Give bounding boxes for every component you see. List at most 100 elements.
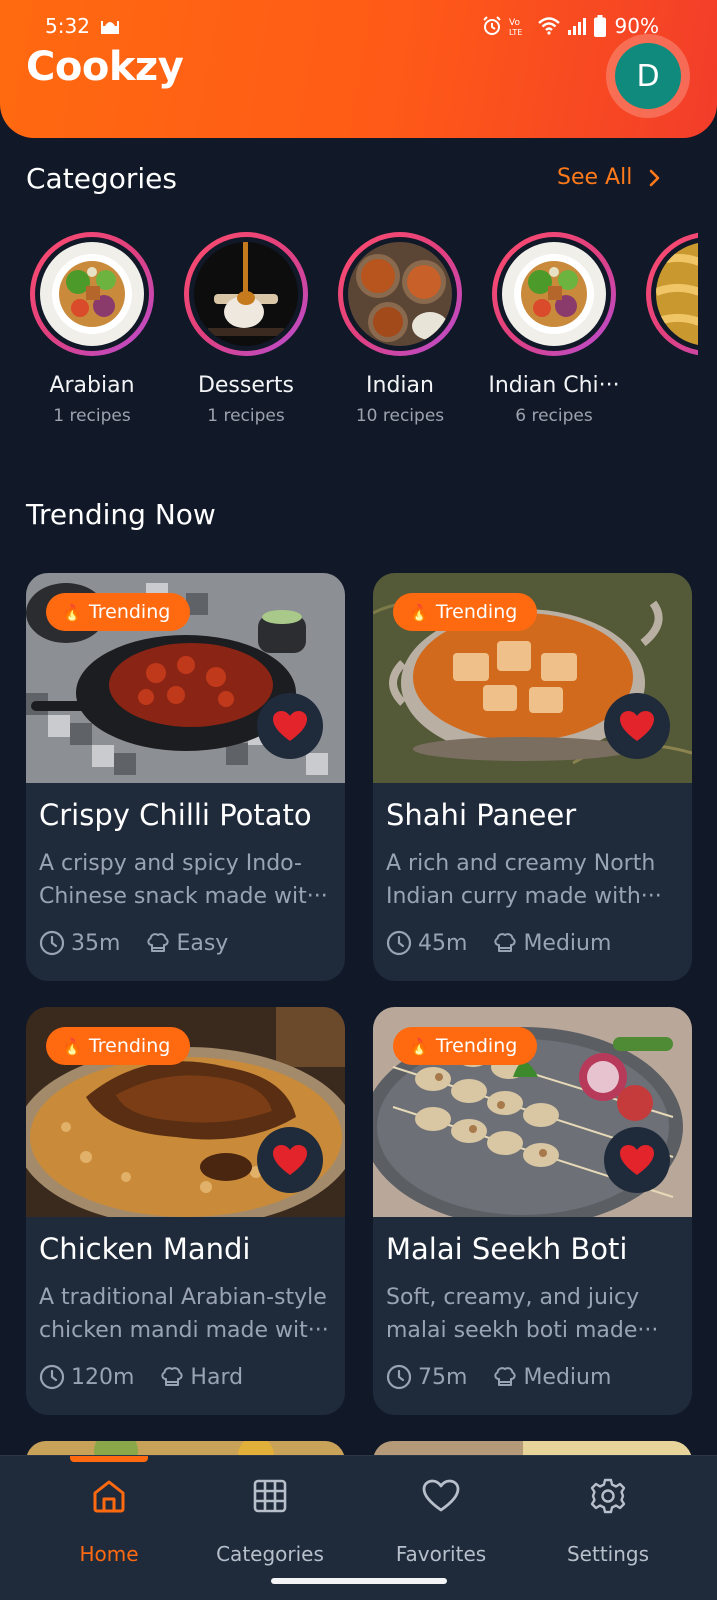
recipe-time: 45m — [418, 930, 468, 956]
category-item-indian-chinese[interactable]: Indian Chi··· 6 recipes — [474, 232, 634, 426]
category-item-partial[interactable]: I 4 — [628, 232, 698, 426]
see-all-label: See All — [557, 165, 633, 190]
clock-icon — [39, 930, 65, 956]
category-count: 6 recipes — [515, 406, 593, 426]
volte-icon: Vo LTE — [509, 18, 522, 36]
recipe-time: 75m — [418, 1364, 468, 1390]
recipe-description-line: A crispy and spicy Indo- — [39, 851, 302, 876]
recipe-description-line: A traditional Arabian-style — [39, 1285, 327, 1310]
categories-carousel[interactable]: Arabian 1 recipes Desserts 1 recipes Ind… — [0, 232, 698, 442]
app-title: Cookzy — [26, 44, 184, 90]
trending-badge-label: Trending — [88, 601, 171, 623]
system-home-indicator[interactable] — [271, 1578, 447, 1584]
favorite-button[interactable] — [257, 1127, 323, 1193]
profile-avatar-button[interactable]: D — [606, 34, 690, 118]
grid-icon — [253, 1479, 287, 1513]
nav-label: Favorites — [395, 1542, 487, 1566]
categories-section-title: Categories — [26, 162, 177, 195]
status-time: 5:32 — [45, 14, 90, 38]
flame-icon: 🔥 — [62, 602, 82, 622]
recipe-meta: 120m Hard — [39, 1364, 269, 1390]
recipe-title: Malai Seekh Boti — [386, 1232, 628, 1266]
recipe-description-line: A rich and creamy North — [386, 851, 656, 876]
chef-hat-icon — [161, 1367, 184, 1386]
category-name: Desserts — [197, 373, 295, 398]
category-ring — [184, 232, 308, 356]
see-all-link[interactable]: See All — [557, 165, 660, 190]
nav-tab-categories[interactable]: Categories — [187, 1474, 353, 1566]
recipe-description: A traditional Arabian-style chicken mand… — [39, 1281, 335, 1347]
trending-badge-label: Trending — [88, 1035, 171, 1057]
heart-icon — [273, 1145, 307, 1175]
category-ring — [646, 232, 698, 356]
heart-icon — [273, 711, 307, 741]
alarm-icon — [482, 16, 501, 35]
nav-tab-settings[interactable]: Settings — [525, 1474, 691, 1566]
recipe-description-line: Soft, creamy, and juicy — [386, 1285, 640, 1310]
category-item-indian[interactable]: Indian 10 recipes — [320, 232, 480, 426]
category-item-desserts[interactable]: Desserts 1 recipes — [166, 232, 326, 426]
heart-outline-icon — [422, 1479, 460, 1512]
salad-bowl-image — [502, 242, 606, 346]
recipe-card-crispy-chilli-potato[interactable]: 🔥 Trending Crispy Chilli Potato A crispy… — [26, 573, 345, 981]
recipe-card-chicken-mandi[interactable]: 🔥 Trending Chicken Mandi A traditional A… — [26, 1007, 345, 1415]
category-name: Indian — [366, 373, 434, 398]
nav-label: Home — [79, 1542, 139, 1566]
recipe-description-line: malai seekh boti made··· — [386, 1318, 659, 1343]
flame-icon: 🔥 — [409, 1036, 429, 1056]
nav-tab-favorites[interactable]: Favorites — [358, 1474, 524, 1566]
category-item-arabian[interactable]: Arabian 1 recipes — [12, 232, 172, 426]
recipe-meta: 75m Medium — [386, 1364, 637, 1390]
active-tab-indicator — [70, 1456, 148, 1462]
recipe-description: A crispy and spicy Indo- Chinese snack m… — [39, 847, 335, 913]
category-name: Indian Chi··· — [488, 373, 620, 398]
recipe-meta: 35m Easy — [39, 930, 254, 956]
salad-bowl-image — [40, 242, 144, 346]
trending-badge: 🔥 Trending — [393, 1027, 538, 1065]
recipe-meta: 45m Medium — [386, 930, 637, 956]
recipe-description-line: chicken mandi made wit··· — [39, 1318, 329, 1343]
dessert-image — [194, 242, 298, 346]
battery-icon — [593, 15, 606, 37]
signal-icon — [567, 18, 586, 35]
heart-icon — [620, 711, 654, 741]
recipe-description: Soft, creamy, and juicy malai seekh boti… — [386, 1281, 682, 1347]
recipe-description-line: Indian curry made with··· — [386, 884, 662, 909]
trending-badge: 🔥 Trending — [46, 593, 191, 631]
pasta-image — [656, 242, 698, 346]
curry-thali-image — [348, 242, 452, 346]
app-header: 5:32 Vo LTE 90% Cookzy D — [0, 0, 717, 138]
category-count: 10 recipes — [355, 406, 445, 426]
favorite-button[interactable] — [257, 693, 323, 759]
category-ring — [492, 232, 616, 356]
recipe-title: Shahi Paneer — [386, 798, 577, 832]
svg-text:Vo: Vo — [509, 18, 520, 28]
recipe-difficulty: Medium — [523, 930, 612, 956]
clock-icon — [39, 1364, 65, 1390]
recipe-card-shahi-paneer[interactable]: 🔥 Trending Shahi Paneer A rich and cream… — [373, 573, 692, 981]
category-ring — [338, 232, 462, 356]
trending-badge-label: Trending — [435, 1035, 518, 1057]
clock-icon — [386, 1364, 412, 1390]
heart-icon — [620, 1145, 654, 1175]
recipe-description-line: Chinese snack made wit··· — [39, 884, 328, 909]
favorite-button[interactable] — [604, 1127, 670, 1193]
flame-icon: 🔥 — [62, 1036, 82, 1056]
trending-badge: 🔥 Trending — [393, 593, 538, 631]
nav-tab-home[interactable]: Home — [26, 1474, 192, 1566]
app-screen: 5:32 Vo LTE 90% Cookzy D Categories See … — [0, 0, 717, 1600]
flame-icon: 🔥 — [409, 602, 429, 622]
favorite-button[interactable] — [604, 693, 670, 759]
category-count: 1 recipes — [207, 406, 285, 426]
recipe-title: Chicken Mandi — [39, 1232, 251, 1266]
nav-label: Settings — [566, 1542, 650, 1566]
recipe-card-malai-seekh-boti[interactable]: 🔥 Trending Malai Seekh Boti Soft, creamy… — [373, 1007, 692, 1415]
category-ring — [30, 232, 154, 356]
chevron-right-icon — [650, 169, 660, 186]
nav-label: Categories — [216, 1542, 324, 1566]
category-name: I — [628, 373, 698, 398]
gear-icon — [590, 1478, 626, 1514]
home-icon — [93, 1480, 125, 1513]
category-count: 1 recipes — [53, 406, 131, 426]
chef-hat-icon — [147, 933, 170, 952]
